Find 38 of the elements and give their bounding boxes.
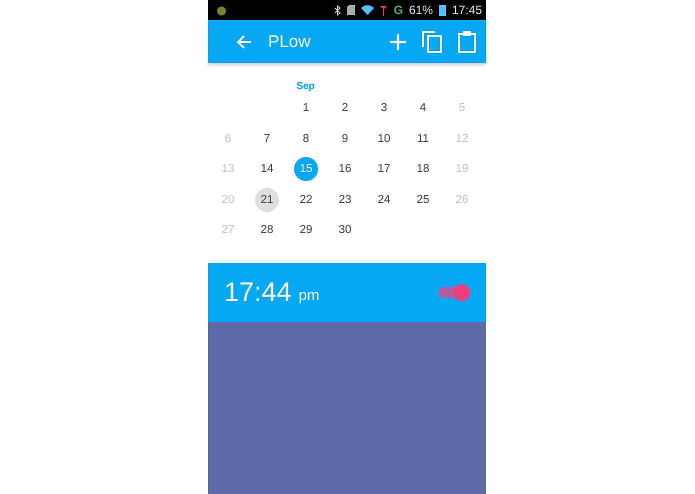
copy-button[interactable] [422,30,442,52]
app-title: PLow [268,32,312,52]
calendar-day[interactable]: 25 [411,188,435,212]
calendar-day[interactable]: 3 [372,96,396,120]
alarm-period: pm [298,287,320,304]
calendar-day[interactable]: 18 [411,157,435,182]
calendar-day[interactable]: 11 [411,126,435,151]
calendar-day[interactable]: 21 [255,188,279,212]
calendar-day[interactable]: 1 [294,96,318,120]
alarm-toggle[interactable] [438,282,470,302]
wifi-icon [360,5,374,15]
calendar-day[interactable]: 8 [294,126,318,151]
calendar-day[interactable]: 10 [372,126,396,151]
calendar-day[interactable]: 17 [372,157,396,182]
calendar-day[interactable]: 4 [411,96,435,120]
back-button[interactable] [236,34,252,50]
calendar-day[interactable]: 2 [333,96,357,120]
calendar-day[interactable]: 30 [333,218,357,242]
battery-percent: 61% [408,3,433,17]
add-button[interactable] [390,34,406,50]
battery-icon [438,4,446,16]
bluetooth-icon [334,4,341,16]
status-time: 17:45 [452,3,482,17]
calendar-day[interactable]: 29 [294,218,318,242]
network-type: G [394,3,403,17]
calendar-day[interactable]: 28 [255,218,279,242]
calendar-day[interactable]: 14 [255,157,279,182]
calendar-day[interactable]: 7 [255,126,279,151]
calendar-day[interactable]: 24 [372,188,396,212]
calendar-day[interactable]: 16 [333,157,357,182]
paste-button[interactable] [458,30,476,52]
calendar-day[interactable]: 22 [294,188,318,212]
calendar-day[interactable]: 23 [333,188,357,212]
calendar-day[interactable]: 9 [333,126,357,151]
sd-card-icon [346,5,355,15]
signal-icon [380,4,388,16]
month-label: Sep [295,81,316,93]
alarm-time: 17:44 [224,277,292,308]
